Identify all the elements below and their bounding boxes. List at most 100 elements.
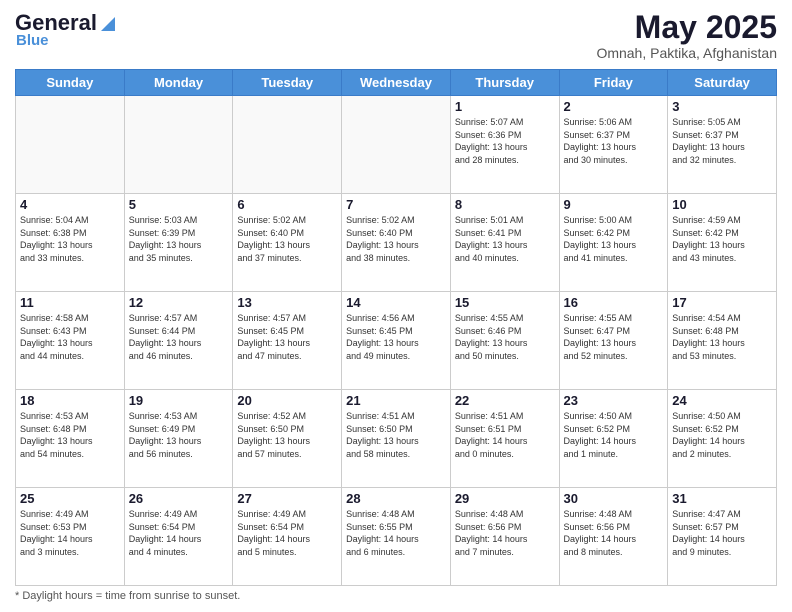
calendar-cell: 25 Sunrise: 4:49 AMSunset: 6:53 PMDayligh…: [16, 488, 125, 586]
day-number: 10: [672, 197, 772, 212]
calendar-cell: 14 Sunrise: 4:56 AMSunset: 6:45 PMDayligh…: [342, 292, 451, 390]
day-info: Sunrise: 4:51 AMSunset: 6:50 PMDaylight:…: [346, 410, 446, 460]
calendar-cell: 1 Sunrise: 5:07 AMSunset: 6:36 PMDaylight…: [450, 96, 559, 194]
day-info: Sunrise: 4:48 AMSunset: 6:56 PMDaylight:…: [455, 508, 555, 558]
day-number: 24: [672, 393, 772, 408]
day-info: Sunrise: 5:06 AMSunset: 6:37 PMDaylight:…: [564, 116, 664, 166]
calendar-cell: [16, 96, 125, 194]
day-info: Sunrise: 5:00 AMSunset: 6:42 PMDaylight:…: [564, 214, 664, 264]
day-number: 29: [455, 491, 555, 506]
day-number: 16: [564, 295, 664, 310]
calendar-cell: 13Sunrise: 4:57 AMSunset: 6:45 PMDayligh…: [233, 292, 342, 390]
day-info: Sunrise: 4:48 AMSunset: 6:56 PMDaylight:…: [564, 508, 664, 558]
day-number: 4: [20, 197, 120, 212]
calendar-cell: 30 Sunrise: 4:48 AMSunset: 6:56 PMDayligh…: [559, 488, 668, 586]
day-info: Sunrise: 4:59 AMSunset: 6:42 PMDaylight:…: [672, 214, 772, 264]
day-number: 3: [672, 99, 772, 114]
day-number: 18: [20, 393, 120, 408]
day-info: Sunrise: 4:53 AMSunset: 6:49 PMDaylight:…: [129, 410, 229, 460]
calendar-cell: 23 Sunrise: 4:50 AMSunset: 6:52 PMDayligh…: [559, 390, 668, 488]
day-number: 22: [455, 393, 555, 408]
weekday-header-saturday: Saturday: [668, 70, 777, 96]
day-number: 27: [237, 491, 337, 506]
day-number: 30: [564, 491, 664, 506]
page: General Blue May 2025 Omnah, Paktika, Af…: [0, 0, 792, 612]
calendar-cell: [233, 96, 342, 194]
calendar-cell: 16 Sunrise: 4:55 AMSunset: 6:47 PMDayligh…: [559, 292, 668, 390]
calendar-cell: 9 Sunrise: 5:00 AMSunset: 6:42 PMDaylight…: [559, 194, 668, 292]
day-info: Sunrise: 4:52 AMSunset: 6:50 PMDaylight:…: [237, 410, 337, 460]
calendar-cell: 22 Sunrise: 4:51 AMSunset: 6:51 PMDayligh…: [450, 390, 559, 488]
day-info: Sunrise: 5:03 AMSunset: 6:39 PMDaylight:…: [129, 214, 229, 264]
calendar-cell: 10 Sunrise: 4:59 AMSunset: 6:42 PMDayligh…: [668, 194, 777, 292]
day-info: Sunrise: 5:02 AMSunset: 6:40 PMDaylight:…: [237, 214, 337, 264]
weekday-header-monday: Monday: [124, 70, 233, 96]
calendar-cell: 28 Sunrise: 4:48 AMSunset: 6:55 PMDayligh…: [342, 488, 451, 586]
calendar-week-1: 1 Sunrise: 5:07 AMSunset: 6:36 PMDaylight…: [16, 96, 777, 194]
day-number: 23: [564, 393, 664, 408]
day-number: 17: [672, 295, 772, 310]
calendar-cell: 17 Sunrise: 4:54 AMSunset: 6:48 PMDayligh…: [668, 292, 777, 390]
weekday-header-thursday: Thursday: [450, 70, 559, 96]
logo: General Blue: [15, 10, 115, 49]
calendar-week-4: 18 Sunrise: 4:53 AMSunset: 6:48 PMDayligh…: [16, 390, 777, 488]
calendar-header-row: SundayMondayTuesdayWednesdayThursdayFrid…: [16, 70, 777, 96]
day-info: Sunrise: 5:05 AMSunset: 6:37 PMDaylight:…: [672, 116, 772, 166]
day-number: 25: [20, 491, 120, 506]
footer-note: * Daylight hours = time from sunrise to …: [15, 590, 777, 602]
day-info: Sunrise: 4:49 AMSunset: 6:53 PMDaylight:…: [20, 508, 120, 558]
day-info: Sunrise: 4:55 AMSunset: 6:46 PMDaylight:…: [455, 312, 555, 362]
calendar-cell: 8Sunrise: 5:01 AMSunset: 6:41 PMDaylight…: [450, 194, 559, 292]
day-number: 28: [346, 491, 446, 506]
calendar-week-3: 11Sunrise: 4:58 AMSunset: 6:43 PMDayligh…: [16, 292, 777, 390]
day-info: Sunrise: 4:47 AMSunset: 6:57 PMDaylight:…: [672, 508, 772, 558]
day-number: 14: [346, 295, 446, 310]
calendar-cell: 6 Sunrise: 5:02 AMSunset: 6:40 PMDaylight…: [233, 194, 342, 292]
logo-blue-text: Blue: [16, 32, 49, 49]
calendar-week-2: 4Sunrise: 5:04 AMSunset: 6:38 PMDaylight…: [16, 194, 777, 292]
day-number: 1: [455, 99, 555, 114]
calendar-cell: 21 Sunrise: 4:51 AMSunset: 6:50 PMDayligh…: [342, 390, 451, 488]
day-info: Sunrise: 4:51 AMSunset: 6:51 PMDaylight:…: [455, 410, 555, 460]
calendar-cell: 4Sunrise: 5:04 AMSunset: 6:38 PMDaylight…: [16, 194, 125, 292]
day-number: 21: [346, 393, 446, 408]
calendar-cell: 19Sunrise: 4:53 AMSunset: 6:49 PMDayligh…: [124, 390, 233, 488]
calendar-cell: 7 Sunrise: 5:02 AMSunset: 6:40 PMDaylight…: [342, 194, 451, 292]
day-info: Sunrise: 4:57 AMSunset: 6:45 PMDaylight:…: [237, 312, 337, 362]
calendar-cell: 26Sunrise: 4:49 AMSunset: 6:54 PMDayligh…: [124, 488, 233, 586]
calendar-cell: 20 Sunrise: 4:52 AMSunset: 6:50 PMDayligh…: [233, 390, 342, 488]
day-info: Sunrise: 4:57 AMSunset: 6:44 PMDaylight:…: [129, 312, 229, 362]
day-info: Sunrise: 4:53 AMSunset: 6:48 PMDaylight:…: [20, 410, 120, 460]
calendar-cell: [124, 96, 233, 194]
day-info: Sunrise: 4:55 AMSunset: 6:47 PMDaylight:…: [564, 312, 664, 362]
calendar-cell: 27 Sunrise: 4:49 AMSunset: 6:54 PMDayligh…: [233, 488, 342, 586]
day-info: Sunrise: 5:01 AMSunset: 6:41 PMDaylight:…: [455, 214, 555, 264]
calendar-cell: 11Sunrise: 4:58 AMSunset: 6:43 PMDayligh…: [16, 292, 125, 390]
day-info: Sunrise: 4:58 AMSunset: 6:43 PMDaylight:…: [20, 312, 120, 362]
day-number: 5: [129, 197, 229, 212]
weekday-header-tuesday: Tuesday: [233, 70, 342, 96]
logo-triangle-icon: [101, 13, 115, 36]
day-info: Sunrise: 4:49 AMSunset: 6:54 PMDaylight:…: [129, 508, 229, 558]
title-section: May 2025 Omnah, Paktika, Afghanistan: [596, 10, 777, 61]
calendar-cell: 31Sunrise: 4:47 AMSunset: 6:57 PMDayligh…: [668, 488, 777, 586]
day-number: 7: [346, 197, 446, 212]
day-info: Sunrise: 5:07 AMSunset: 6:36 PMDaylight:…: [455, 116, 555, 166]
calendar-cell: 15Sunrise: 4:55 AMSunset: 6:46 PMDayligh…: [450, 292, 559, 390]
day-info: Sunrise: 4:48 AMSunset: 6:55 PMDaylight:…: [346, 508, 446, 558]
weekday-header-friday: Friday: [559, 70, 668, 96]
day-info: Sunrise: 4:54 AMSunset: 6:48 PMDaylight:…: [672, 312, 772, 362]
weekday-header-wednesday: Wednesday: [342, 70, 451, 96]
day-info: Sunrise: 4:50 AMSunset: 6:52 PMDaylight:…: [564, 410, 664, 460]
calendar-cell: 3 Sunrise: 5:05 AMSunset: 6:37 PMDaylight…: [668, 96, 777, 194]
day-number: 6: [237, 197, 337, 212]
day-info: Sunrise: 4:49 AMSunset: 6:54 PMDaylight:…: [237, 508, 337, 558]
calendar-cell: 18 Sunrise: 4:53 AMSunset: 6:48 PMDayligh…: [16, 390, 125, 488]
calendar-table: SundayMondayTuesdayWednesdayThursdayFrid…: [15, 69, 777, 586]
calendar-cell: 12 Sunrise: 4:57 AMSunset: 6:44 PMDayligh…: [124, 292, 233, 390]
day-info: Sunrise: 4:56 AMSunset: 6:45 PMDaylight:…: [346, 312, 446, 362]
day-number: 12: [129, 295, 229, 310]
day-number: 20: [237, 393, 337, 408]
day-number: 9: [564, 197, 664, 212]
day-info: Sunrise: 5:02 AMSunset: 6:40 PMDaylight:…: [346, 214, 446, 264]
